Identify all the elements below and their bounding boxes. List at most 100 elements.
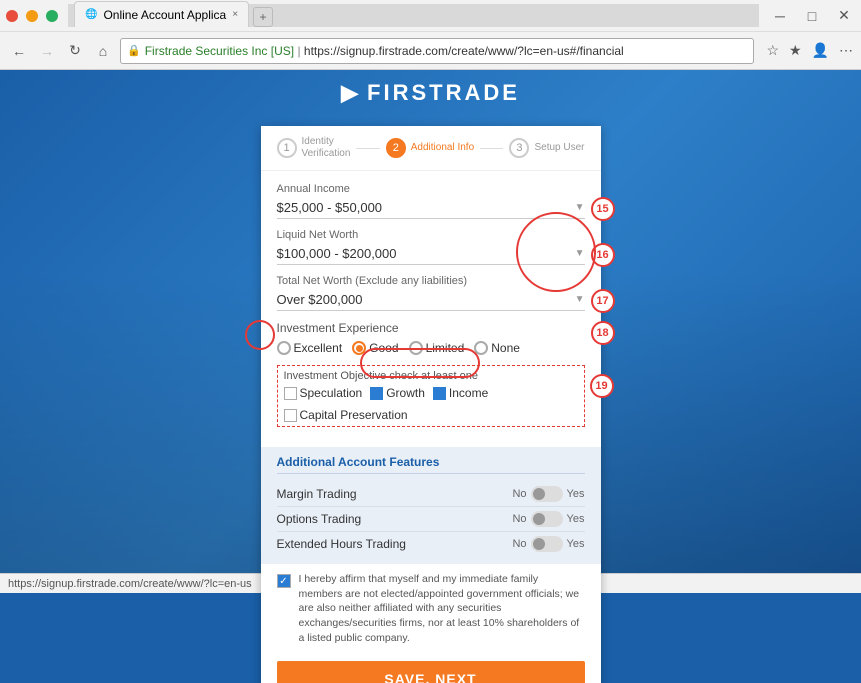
- address-bar[interactable]: 🔒 Firstrade Securities Inc [US] | https:…: [120, 38, 754, 64]
- extended-hours-toggle[interactable]: No Yes: [512, 536, 584, 552]
- step-3-label: Setup User: [534, 142, 584, 154]
- affirm-section: I hereby affirm that myself and my immed…: [261, 564, 601, 653]
- badge-17: 17: [591, 289, 615, 313]
- status-url: https://signup.firstrade.com/create/www/…: [8, 578, 252, 590]
- options-trading-toggle[interactable]: No Yes: [512, 511, 584, 527]
- radio-excellent-circle[interactable]: [277, 341, 291, 355]
- radio-none-label: None: [491, 341, 520, 355]
- total-net-worth-arrow: ▼: [575, 294, 585, 305]
- margin-toggle-switch[interactable]: [531, 486, 563, 502]
- checkbox-income-label: Income: [449, 386, 488, 400]
- star-btn[interactable]: ★: [789, 42, 802, 59]
- step-1-circle: 1: [277, 138, 297, 158]
- person-btn[interactable]: 👤: [812, 42, 829, 59]
- checkbox-capital-box[interactable]: [284, 409, 297, 422]
- form-card: 1 IdentityVerification 2 Additional Info…: [261, 126, 601, 683]
- radio-none-circle[interactable]: [474, 341, 488, 355]
- page-background: ▶ FIRSTRADE 1 IdentityVerification 2 Add…: [0, 70, 861, 573]
- logo-icon: ▶: [341, 80, 361, 106]
- checkbox-income-box[interactable]: [433, 387, 446, 400]
- forward-btn[interactable]: →: [36, 40, 58, 62]
- step-2-label: Additional Info: [411, 142, 474, 154]
- affirm-checkbox[interactable]: [277, 574, 291, 588]
- tab-close-btn[interactable]: ×: [232, 9, 238, 20]
- checkbox-capital-label: Capital Preservation: [300, 408, 408, 422]
- annual-income-arrow: ▼: [575, 202, 585, 213]
- total-net-worth-label: Total Net Worth (Exclude any liabilities…: [277, 275, 585, 287]
- investment-experience-label: Investment Experience: [277, 321, 585, 335]
- save-btn-container: SAVE, NEXT: [261, 653, 601, 683]
- total-net-worth-select[interactable]: Over $200,000 ▼: [277, 289, 585, 311]
- step-2-circle: 2: [386, 138, 406, 158]
- step-1: 1 IdentityVerification: [277, 136, 351, 160]
- margin-trading-toggle[interactable]: No Yes: [512, 486, 584, 502]
- margin-trading-label: Margin Trading: [277, 487, 357, 501]
- checkbox-speculation-label: Speculation: [300, 386, 363, 400]
- checkbox-growth-box[interactable]: [370, 387, 383, 400]
- title-bar: 🌐 Online Account Applica × + ─ □ ✕: [0, 0, 861, 32]
- refresh-btn[interactable]: ↻: [64, 40, 86, 62]
- investment-objective-label: Investment Objective check at least one: [284, 370, 578, 382]
- extended-hours-row: Extended Hours Trading No Yes: [277, 532, 585, 556]
- options-yes-label: Yes: [567, 513, 585, 525]
- badge-16: 16: [591, 243, 615, 267]
- extended-toggle-switch[interactable]: [531, 536, 563, 552]
- margin-yes-label: Yes: [567, 488, 585, 500]
- secure-label: Firstrade Securities Inc [US]: [145, 44, 294, 58]
- radio-excellent[interactable]: Excellent: [277, 341, 343, 355]
- margin-trading-row: Margin Trading No Yes: [277, 482, 585, 507]
- nav-bar: ← → ↻ ⌂ 🔒 Firstrade Securities Inc [US] …: [0, 32, 861, 70]
- radio-excellent-label: Excellent: [294, 341, 343, 355]
- checkbox-capital[interactable]: Capital Preservation: [284, 408, 408, 422]
- checkbox-speculation-box[interactable]: [284, 387, 297, 400]
- liquid-net-worth-value: $100,000 - $200,000: [277, 246, 575, 261]
- settings-btn[interactable]: ⋯: [839, 42, 853, 59]
- options-toggle-switch[interactable]: [531, 511, 563, 527]
- liquid-net-worth-label: Liquid Net Worth: [277, 229, 585, 241]
- extended-hours-label: Extended Hours Trading: [277, 537, 406, 551]
- additional-features-title: Additional Account Features: [277, 455, 585, 474]
- address-text: Firstrade Securities Inc [US] | https://…: [145, 44, 748, 58]
- save-next-button[interactable]: SAVE, NEXT: [277, 661, 585, 683]
- new-tab-btn[interactable]: +: [253, 7, 273, 27]
- affirm-text: I hereby affirm that myself and my immed…: [299, 572, 585, 645]
- badge-19: 19: [590, 374, 614, 398]
- radio-limited[interactable]: Limited: [409, 341, 465, 355]
- extended-yes-label: Yes: [567, 538, 585, 550]
- radio-good-circle[interactable]: [352, 341, 366, 355]
- home-btn[interactable]: ⌂: [92, 40, 114, 62]
- radio-limited-label: Limited: [426, 341, 465, 355]
- step-1-label: IdentityVerification: [302, 136, 351, 160]
- liquid-net-worth-arrow: ▼: [575, 248, 585, 259]
- options-trading-row: Options Trading No Yes: [277, 507, 585, 532]
- step-2: 2 Additional Info: [386, 138, 474, 158]
- back-btn[interactable]: ←: [8, 40, 30, 62]
- checkbox-speculation[interactable]: Speculation: [284, 386, 363, 400]
- step-3: 3 Setup User: [509, 138, 584, 158]
- minimize-btn[interactable]: ─: [769, 5, 791, 27]
- browser-tab[interactable]: 🌐 Online Account Applica ×: [74, 1, 249, 27]
- checkbox-income[interactable]: Income: [433, 386, 488, 400]
- radio-limited-circle[interactable]: [409, 341, 423, 355]
- close-btn[interactable]: ✕: [833, 5, 855, 27]
- extended-no-label: No: [512, 538, 526, 550]
- checkbox-growth[interactable]: Growth: [370, 386, 425, 400]
- margin-no-label: No: [512, 488, 526, 500]
- total-net-worth-value: Over $200,000: [277, 292, 575, 307]
- radio-good[interactable]: Good: [352, 341, 398, 355]
- steps-header: 1 IdentityVerification 2 Additional Info…: [261, 126, 601, 171]
- investment-objective-options: Speculation Growth Income Capital P: [284, 386, 578, 422]
- maximize-btn[interactable]: □: [801, 5, 823, 27]
- annual-income-value: $25,000 - $50,000: [277, 200, 575, 215]
- liquid-net-worth-select[interactable]: $100,000 - $200,000 ▼: [277, 243, 585, 265]
- investment-experience-group: Investment Experience Excellent Good: [277, 321, 585, 355]
- annual-income-select[interactable]: $25,000 - $50,000 ▼: [277, 197, 585, 219]
- options-trading-label: Options Trading: [277, 512, 362, 526]
- radio-none[interactable]: None: [474, 341, 520, 355]
- logo-container: ▶ FIRSTRADE: [0, 70, 861, 114]
- secure-icon: 🔒: [127, 44, 141, 57]
- radio-good-label: Good: [369, 341, 398, 355]
- favorites-btn[interactable]: ☆: [766, 42, 779, 59]
- badge-18: 18: [591, 321, 615, 345]
- investment-objective-group: Investment Objective check at least one …: [277, 365, 585, 427]
